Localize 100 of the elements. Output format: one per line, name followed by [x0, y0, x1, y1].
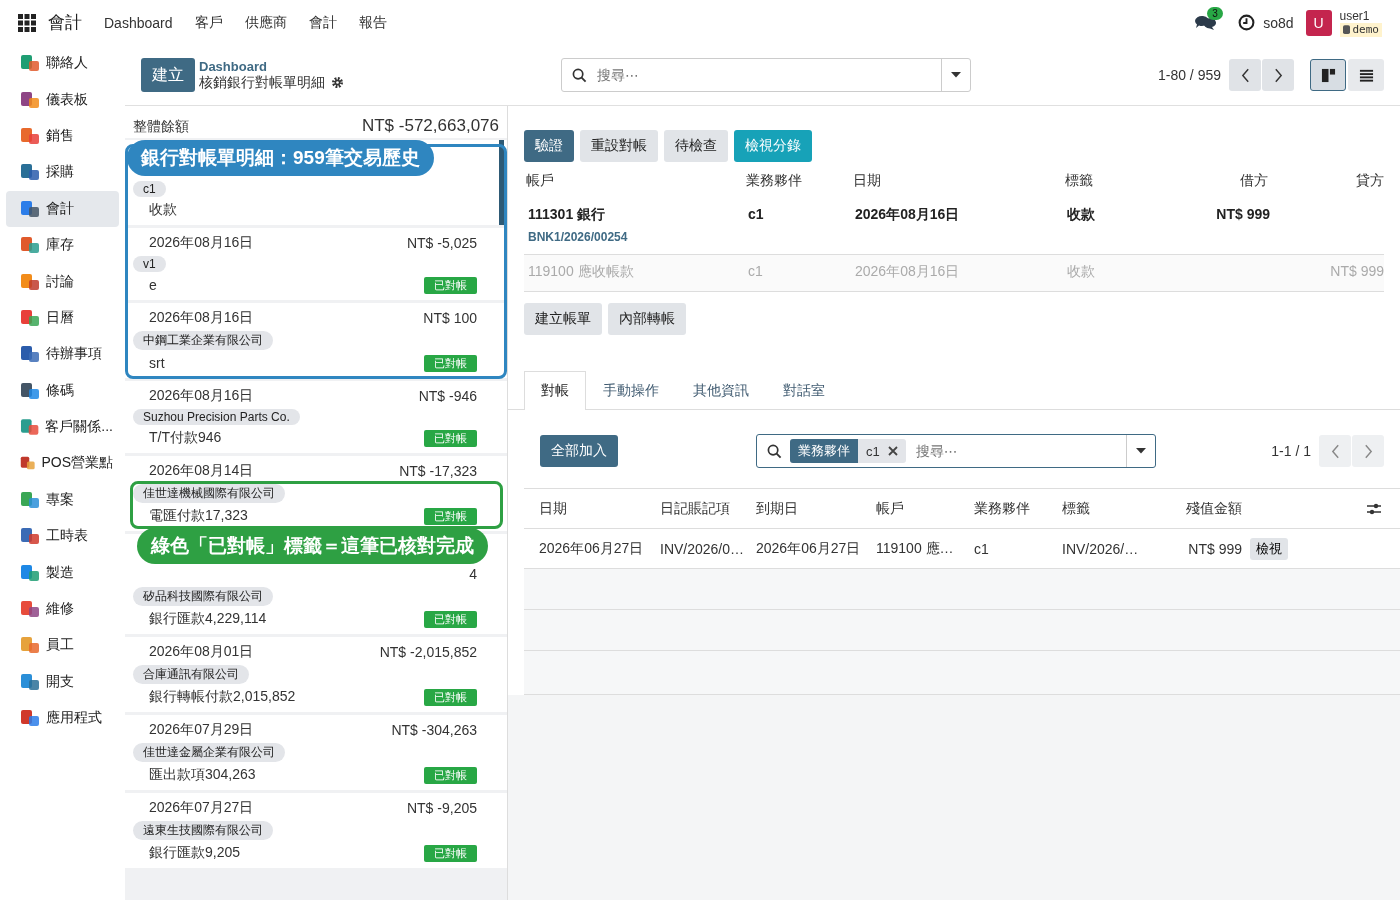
column-header: 標籤: [1062, 499, 1091, 518]
list-icon: [1358, 67, 1374, 83]
menu-item[interactable]: Dashboard: [104, 14, 173, 31]
user-avatar[interactable]: U: [1305, 9, 1332, 36]
partner-tag: 遠東生技國際有限公司: [133, 821, 273, 840]
column-header: 業務夥伴: [746, 172, 803, 190]
action-button[interactable]: 內部轉帳: [608, 303, 686, 335]
app-title: 會計: [48, 12, 82, 34]
tab[interactable]: 對話室: [766, 371, 842, 410]
table-cell-text: INV/2026/…: [1062, 540, 1140, 557]
apps-menu-icon[interactable]: [18, 13, 36, 32]
line-header[interactable]: 2026年08月16日 NT$ -946: [133, 386, 477, 406]
create-button[interactable]: 建立: [141, 58, 195, 92]
line-date: 2026年08月16日: [149, 387, 254, 405]
sidebar-item[interactable]: 討論: [6, 263, 119, 300]
line-date: 2026年08月14日: [149, 462, 254, 480]
sidebar-item[interactable]: 開支: [6, 663, 119, 701]
add-all-button[interactable]: 全部加入: [540, 435, 618, 467]
partner-tag: 合庫通訊有限公司: [133, 665, 249, 684]
line-label: T/T付款946: [149, 429, 222, 447]
next-button[interactable]: [1262, 59, 1294, 91]
search-field[interactable]: 業務夥伴 c1 搜尋⋯: [756, 434, 1156, 468]
settings-icon[interactable]: [331, 76, 344, 89]
facet-field: 業務夥伴: [790, 439, 858, 463]
close-icon[interactable]: [887, 446, 898, 456]
chevron-right-icon: [1363, 443, 1373, 459]
line-header[interactable]: 4: [133, 564, 477, 584]
sidebar-item[interactable]: 條碼: [6, 372, 119, 409]
partner-tag: 佳世達機械國際有限公司: [133, 484, 285, 503]
database-tag: demo: [1339, 22, 1382, 37]
app-icon: [20, 89, 40, 110]
menu-item[interactable]: 供應商: [244, 13, 287, 32]
line-amount: NT$ -946: [418, 388, 477, 404]
sidebar-item[interactable]: 員工: [6, 627, 119, 664]
line-label: e: [149, 277, 157, 293]
kanban-view-button[interactable]: [1310, 59, 1346, 91]
line-header[interactable]: 2026年08月14日 NT$ -17,323: [133, 461, 477, 481]
tab[interactable]: 對帳: [524, 371, 586, 410]
search-icon: [572, 67, 587, 83]
line-header[interactable]: 2026年08月16日 NT$ -5,025: [133, 233, 477, 253]
partner-tag: 矽品科技國際有限公司: [133, 587, 273, 606]
dropdown-caret-icon[interactable]: [951, 72, 961, 78]
sidebar-item[interactable]: 銷售: [6, 117, 119, 155]
annotation-tooltip: 綠色「已對帳」標籤＝這筆已核對完成: [137, 528, 488, 564]
line-label: 電匯付款17,323: [149, 507, 248, 525]
action-button[interactable]: 驗證: [524, 130, 574, 162]
menu-item[interactable]: 客戶: [194, 13, 223, 32]
sidebar-item[interactable]: 待辦事項: [6, 336, 119, 373]
sidebar-item[interactable]: 庫存: [6, 226, 119, 264]
sidebar-item[interactable]: 客戶關係...: [6, 408, 119, 446]
previous-button[interactable]: [1229, 59, 1261, 91]
column-header: 帳戶: [526, 172, 555, 190]
action-button[interactable]: 建立帳單: [524, 303, 602, 335]
app-icon: [20, 271, 40, 292]
tab[interactable]: 其他資訊: [676, 371, 766, 410]
app-icon: [20, 635, 40, 656]
list-view-button[interactable]: [1348, 59, 1384, 91]
line-date: 2026年07月29日: [149, 721, 254, 739]
line-header[interactable]: 2026年07月27日 NT$ -9,205: [133, 798, 477, 818]
column-settings-icon[interactable]: [1366, 501, 1382, 516]
search-field[interactable]: 搜尋⋯: [561, 58, 971, 92]
table-cell-text: 2026年06月27日: [539, 539, 645, 558]
sidebar-item[interactable]: 工時表: [6, 518, 119, 555]
app-icon: [20, 489, 40, 510]
sidebar-item[interactable]: 儀表板: [6, 81, 119, 118]
action-button[interactable]: 重設對帳: [580, 130, 658, 162]
sidebar-item[interactable]: 製造: [6, 554, 119, 591]
reference-link[interactable]: BNK1/2026/00254: [528, 230, 748, 244]
sidebar-item[interactable]: POS營業點: [6, 445, 119, 482]
dropdown-caret-icon[interactable]: [1136, 448, 1146, 454]
sidebar-item[interactable]: 維修: [6, 590, 119, 628]
line-header[interactable]: 2026年07月29日 NT$ -304,263: [133, 720, 477, 740]
breadcrumb-link[interactable]: Dashboard: [199, 58, 561, 74]
sidebar-item[interactable]: 專案: [6, 481, 119, 519]
clock-icon[interactable]: [1238, 14, 1256, 31]
reconciled-badge: 已對帳: [424, 610, 477, 628]
partner-tag: 佳世達金屬企業有限公司: [133, 743, 285, 762]
sidebar-item[interactable]: 應用程式: [6, 700, 119, 737]
label-cell-text: 收款: [1067, 206, 1096, 224]
sidebar-item[interactable]: 會計: [6, 190, 119, 227]
line-header[interactable]: 2026年08月16日 NT$ 100: [133, 308, 477, 328]
tab[interactable]: 手動操作: [586, 371, 676, 410]
line-label: srt: [149, 355, 165, 371]
line-header[interactable]: 2026年08月01日 NT$ -2,015,852: [133, 642, 477, 662]
app-icon: [20, 125, 40, 146]
view-button[interactable]: 檢視: [1250, 537, 1288, 560]
menu-item[interactable]: 報告: [358, 13, 387, 32]
line-label: 銀行匯款4,229,114: [149, 610, 267, 628]
sidebar-item[interactable]: 聯絡人: [6, 45, 119, 82]
sidebar-item[interactable]: 採購: [6, 154, 119, 191]
line-amount: NT$ -17,323: [399, 463, 477, 479]
reconciled-badge: 已對帳: [424, 688, 477, 706]
column-header: 到期日: [756, 499, 799, 518]
debit-cell: NT$ 999: [1216, 206, 1270, 222]
table-cell-text: NT$ 999: [1187, 540, 1242, 557]
sidebar-item[interactable]: 日曆: [6, 299, 119, 337]
line-amount: NT$ -5,025: [406, 235, 477, 251]
menu-item[interactable]: 會計: [308, 13, 337, 32]
app-icon: [20, 198, 40, 219]
action-button[interactable]: 待檢查: [664, 130, 728, 162]
